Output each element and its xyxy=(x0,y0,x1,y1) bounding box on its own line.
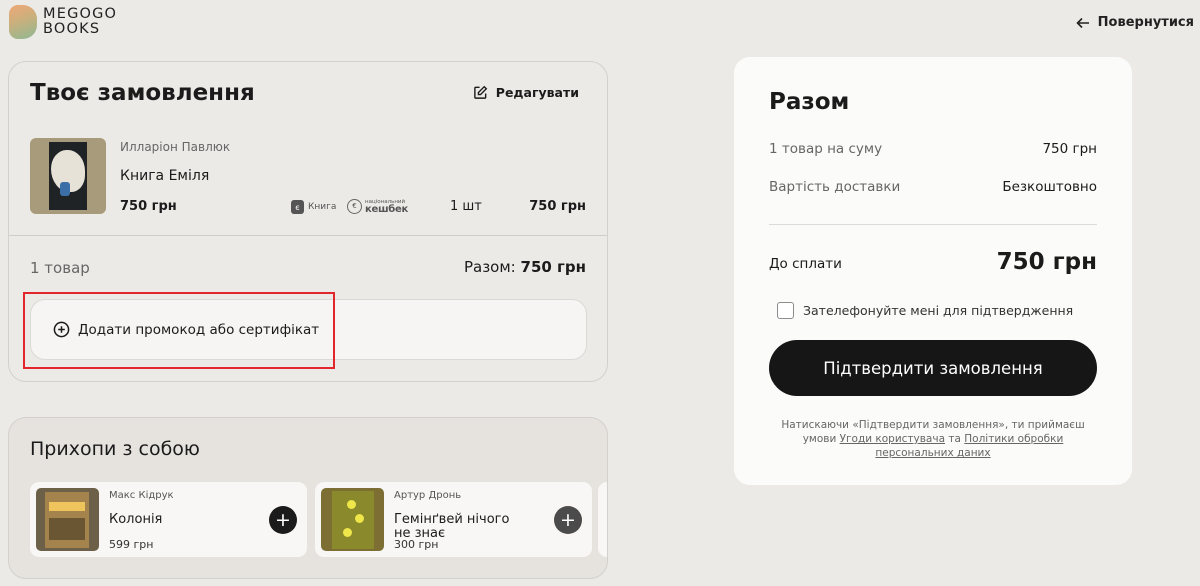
cashback-icon: € xyxy=(347,198,362,214)
edit-label: Редагувати xyxy=(495,85,579,100)
plus-circle-icon xyxy=(53,321,70,338)
terms-text: Натискаючи «Підтвердити замовлення», ти … xyxy=(781,419,1085,459)
to-pay-label: До сплати xyxy=(769,256,842,272)
product-name: Гемінґвей нічого не знає xyxy=(394,512,510,541)
product-card-partial[interactable] xyxy=(598,482,607,557)
edit-button[interactable]: Редагувати xyxy=(473,85,579,100)
user-agreement-link[interactable]: Угоди користувача xyxy=(840,433,945,445)
arrow-left-icon xyxy=(1076,17,1089,28)
add-promo-button[interactable]: Додати промокод або сертифікат xyxy=(30,299,587,360)
item-count: 1 товар xyxy=(30,259,90,277)
logo-text: MEGOGO BOOKS xyxy=(43,6,118,37)
cashback-badge: € національний кешбек xyxy=(347,198,408,215)
back-button[interactable]: Повернутися xyxy=(1076,15,1194,30)
promo-label: Додати промокод або сертифікат xyxy=(78,321,320,338)
callback-checkbox[interactable]: Зателефонуйте мені для підтвердження xyxy=(777,302,1073,319)
divider xyxy=(769,224,1097,225)
order-item: Илларіон Павлюк Книга Еміля 750 грн є Кн… xyxy=(9,137,607,236)
kniga-icon: є xyxy=(291,200,304,214)
add-to-cart-button[interactable]: + xyxy=(269,506,297,534)
megogo-books-logo[interactable]: MEGOGO BOOKS xyxy=(9,5,117,39)
callback-label: Зателефонуйте мені для підтвердження xyxy=(803,303,1074,318)
book-cover[interactable] xyxy=(30,138,106,214)
order-sum: Разом: 750 грн xyxy=(463,258,586,276)
item-price: 750 грн xyxy=(120,199,177,214)
checkbox-box[interactable] xyxy=(777,302,794,319)
product-card[interactable]: Артур Дронь Гемінґвей нічого не знає 300… xyxy=(315,482,592,557)
product-name: Колонія xyxy=(109,512,163,527)
take-along-title: Прихопи з собою xyxy=(30,438,200,460)
take-along-section: Прихопи з собою Макс Кідрук Колонія 599 … xyxy=(8,417,608,579)
item-name[interactable]: Книга Еміля xyxy=(120,168,209,184)
product-card[interactable]: Макс Кідрук Колонія 599 грн + xyxy=(30,482,307,557)
order-title: Твоє замовлення xyxy=(30,80,255,106)
item-quantity: 1 шт xyxy=(450,199,482,214)
logo-icon xyxy=(9,5,37,39)
plus-icon: + xyxy=(275,509,291,531)
product-cover xyxy=(36,488,99,551)
product-price: 599 грн xyxy=(109,538,154,551)
order-summary: Разом 1 товар на суму 750 грн Вартість д… xyxy=(734,57,1132,485)
order-card: Твоє замовлення Редагувати Илларіон Павл… xyxy=(8,61,608,382)
back-label: Повернутися xyxy=(1097,15,1194,30)
summary-row-items: 1 товар на суму 750 грн xyxy=(769,141,1097,157)
kniga-badge: є Книга xyxy=(291,200,336,214)
plus-icon: + xyxy=(560,509,576,531)
pencil-icon xyxy=(473,85,488,99)
product-cover xyxy=(321,488,384,551)
add-to-cart-button[interactable]: + xyxy=(554,506,582,534)
product-price: 300 грн xyxy=(394,538,439,551)
summary-row-delivery: Вартість доставки Безкоштовно xyxy=(769,179,1097,195)
product-author: Артур Дронь xyxy=(394,490,462,501)
summary-title: Разом xyxy=(769,89,850,115)
confirm-order-button[interactable]: Підтвердити замовлення xyxy=(769,340,1097,396)
product-author: Макс Кідрук xyxy=(109,490,174,501)
to-pay-value: 750 грн xyxy=(996,249,1097,275)
item-total: 750 грн xyxy=(529,199,586,214)
item-author: Илларіон Павлюк xyxy=(120,140,231,154)
